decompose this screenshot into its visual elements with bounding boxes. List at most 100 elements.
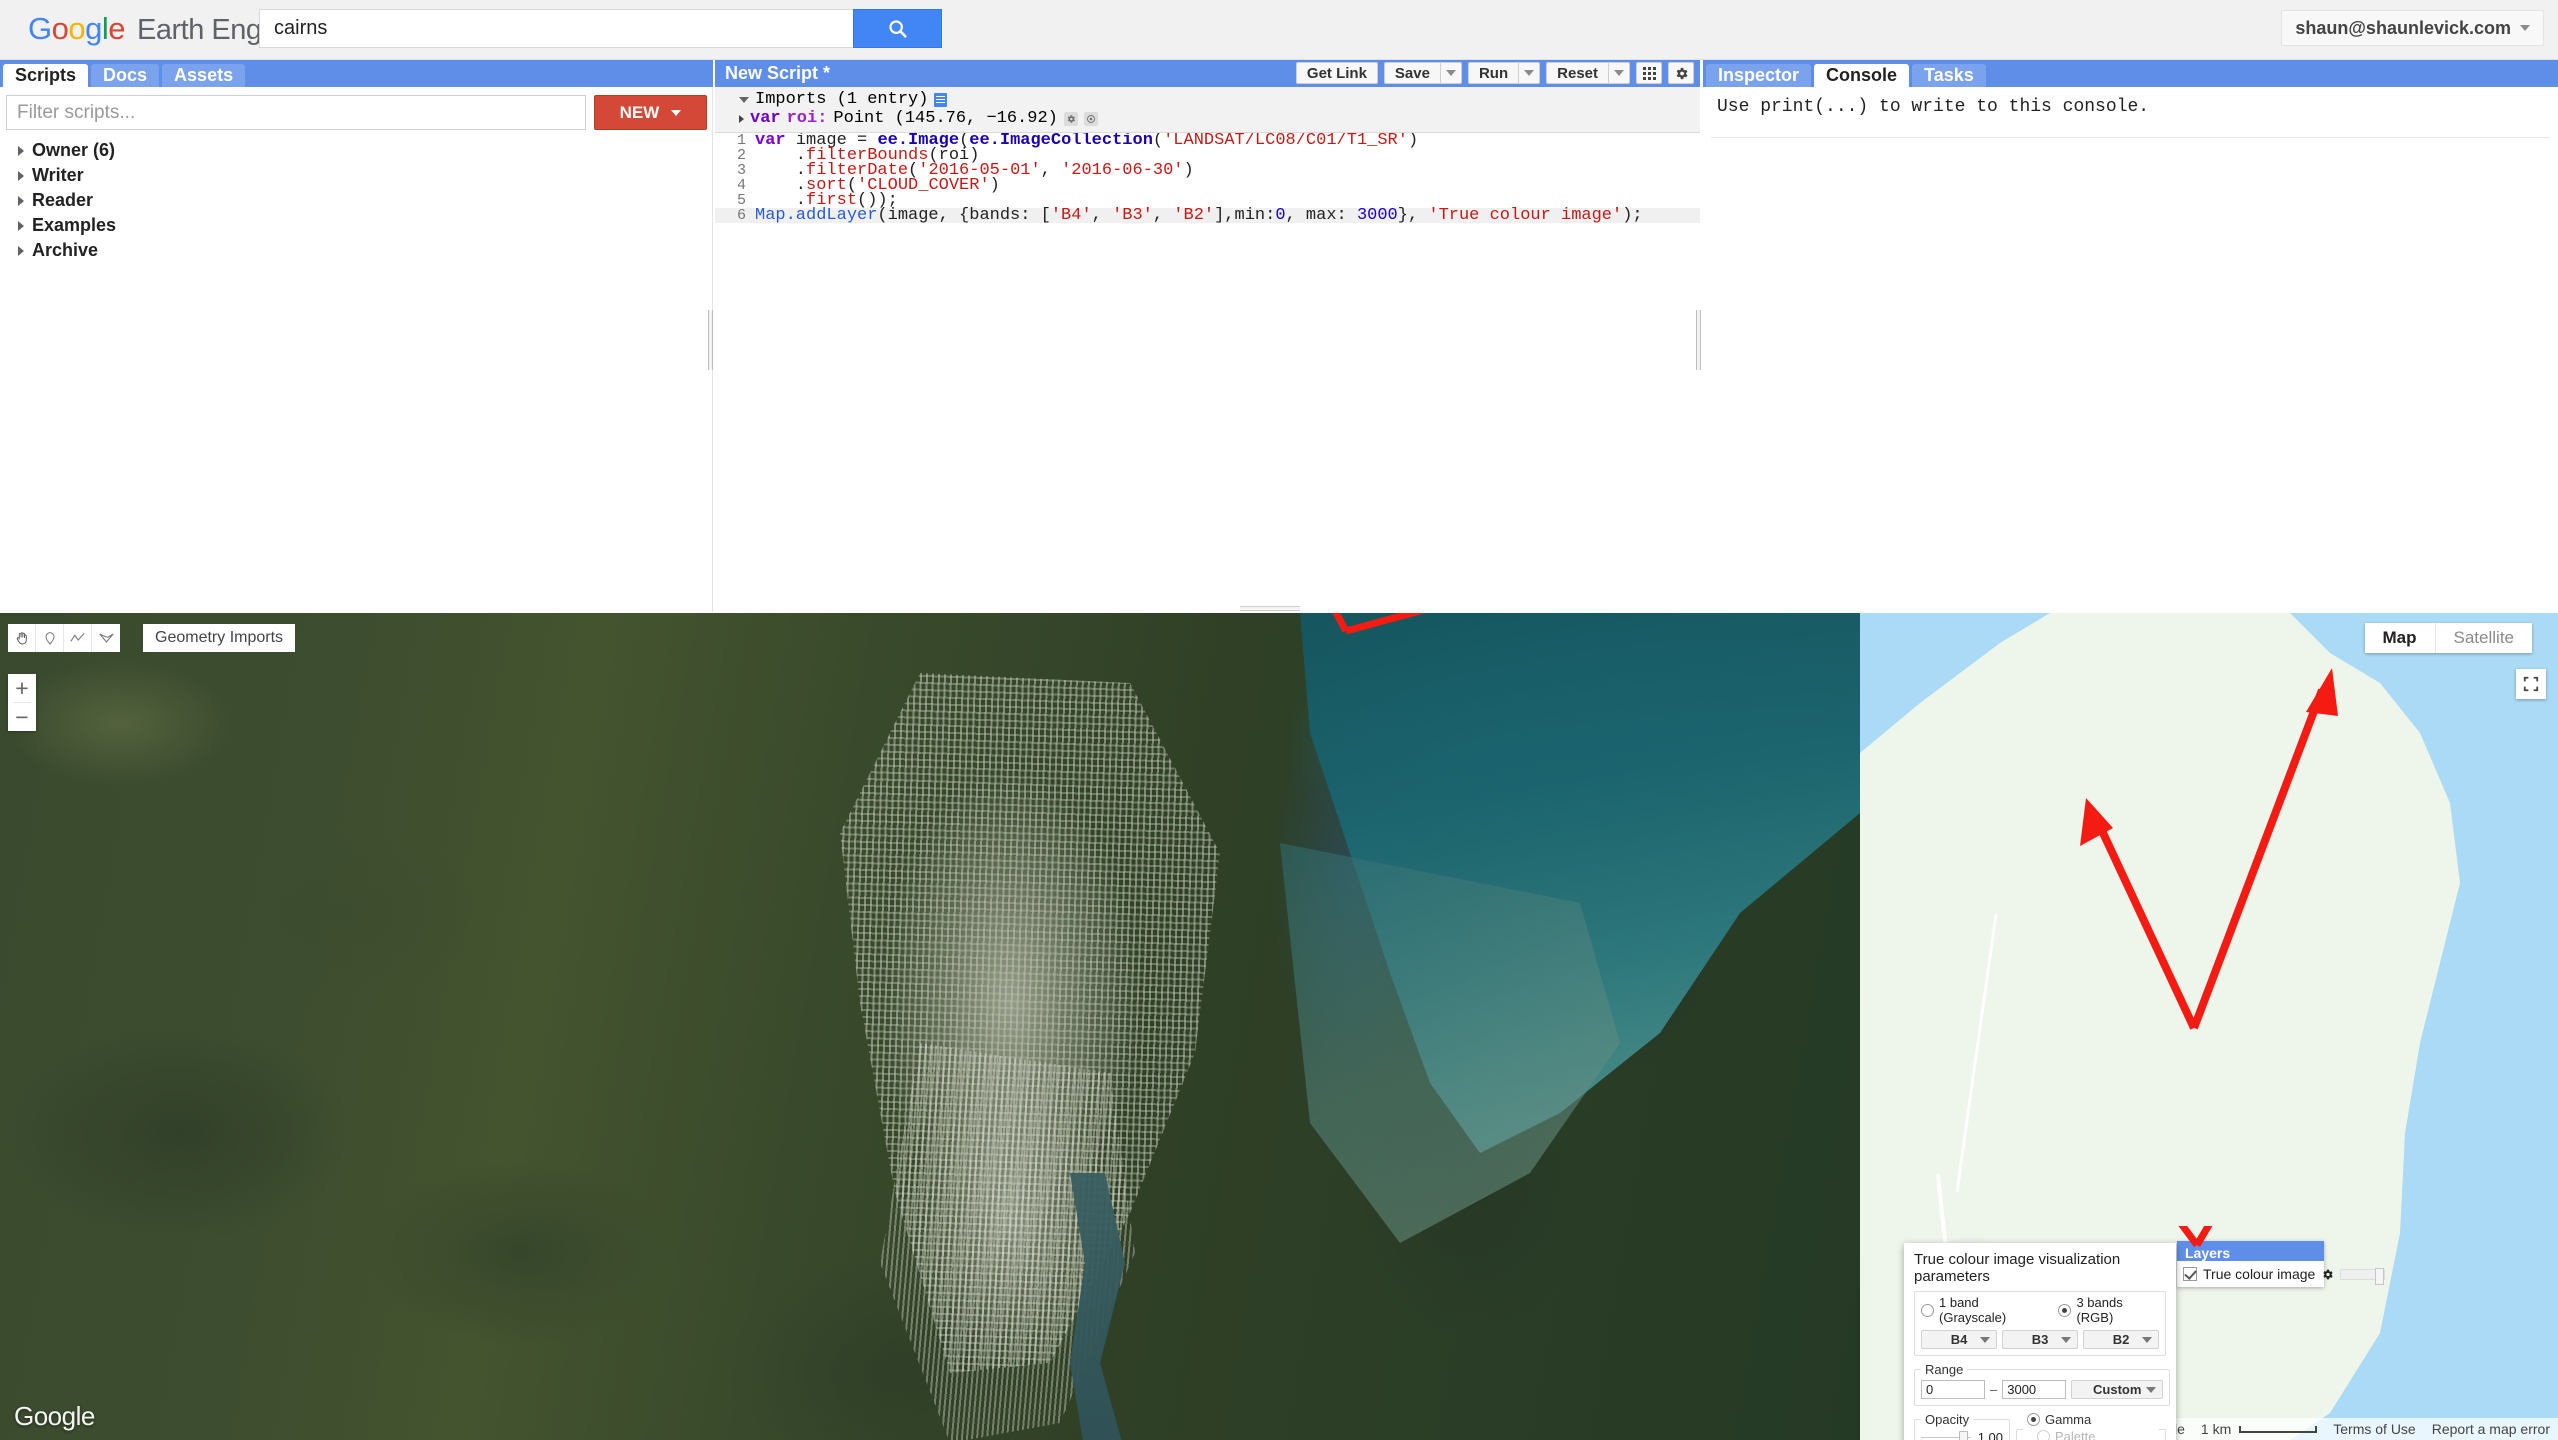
editor-settings-gear-icon[interactable] (1668, 62, 1694, 84)
layer-opacity-slider[interactable] (2340, 1267, 2386, 1285)
gamma-label: Gamma (2045, 1412, 2092, 1427)
band-select-blue[interactable]: B2 (2083, 1330, 2159, 1349)
chevron-right-icon[interactable] (739, 114, 744, 123)
zoom-out-button[interactable]: − (8, 703, 36, 731)
get-link-button[interactable]: Get Link (1295, 62, 1378, 84)
code-area[interactable]: 1 var image = ee.Image(ee.ImageCollection… (715, 133, 1700, 606)
map-viewport[interactable]: Range Rd Yarrabah Geometry Imports + − (0, 613, 2558, 1440)
map-scale: 1 km (2192, 1418, 2326, 1440)
band-selectors: B4 B3 B2 (1921, 1330, 2159, 1349)
save-button[interactable]: Save (1383, 62, 1440, 84)
apps-grid-glyph (1642, 66, 1656, 80)
tab-docs[interactable]: Docs (91, 64, 160, 87)
chevron-down-icon (2146, 1386, 2157, 1393)
polygon-icon[interactable] (92, 624, 120, 652)
search-icon (888, 19, 907, 38)
zoom-in-button[interactable]: + (8, 674, 36, 702)
account-button[interactable]: shaun@shaunlevick.com (2281, 10, 2544, 46)
basemap-map-button[interactable]: Map (2365, 623, 2436, 653)
imports-header-row[interactable]: Imports (1 entry) (715, 90, 1700, 109)
geometry-toolbar (8, 624, 120, 652)
polyline-icon[interactable] (64, 624, 92, 652)
tab-assets[interactable]: Assets (162, 64, 246, 87)
marker-pin-icon[interactable] (36, 624, 64, 652)
vertical-splitter-right[interactable] (1694, 310, 1703, 370)
save-dropdown-button[interactable] (1439, 62, 1462, 84)
script-title[interactable]: New Script * (725, 63, 830, 84)
palette-label: Palette (2055, 1429, 2096, 1440)
reset-button-group: Reset (1546, 62, 1630, 84)
reset-dropdown-button[interactable] (1608, 62, 1630, 84)
imports-entry-row[interactable]: var roi: Point (145.76, −16.92) (715, 109, 1700, 128)
basemap-satellite-button[interactable]: Satellite (2436, 623, 2532, 653)
opacity-slider[interactable] (1921, 1430, 1971, 1440)
search-button[interactable] (853, 9, 942, 48)
scripts-tabbar: Scripts Docs Assets (0, 60, 713, 87)
horizontal-splitter[interactable] (1240, 604, 1300, 613)
import-target-icon[interactable] (1083, 111, 1098, 126)
band-mode-grayscale-option[interactable]: 1 band (Grayscale) (1921, 1295, 2044, 1325)
terms-of-use-link[interactable]: Terms of Use (2325, 1418, 2424, 1440)
range-max-input[interactable] (2002, 1380, 2067, 1399)
tree-item-writer[interactable]: Writer (18, 163, 713, 188)
scale-bar (2239, 1425, 2318, 1433)
tab-scripts[interactable]: Scripts (3, 64, 89, 87)
chevron-right-icon (18, 245, 24, 256)
opacity-slider-knob[interactable] (1959, 1430, 1968, 1440)
chevron-down-icon (1980, 1336, 1990, 1343)
tab-console[interactable]: Console (1814, 64, 1910, 87)
search-input[interactable] (260, 10, 942, 47)
code-text: Map.addLayer(image, {bands: ['B4', 'B3',… (755, 206, 1643, 225)
pan-hand-icon[interactable] (8, 624, 36, 652)
zoom-controls: + − (8, 674, 36, 731)
radio-rgb-icon[interactable] (2058, 1303, 2072, 1317)
tree-item-examples[interactable]: Examples (18, 213, 713, 238)
vertical-splitter-left[interactable] (706, 310, 715, 370)
chevron-down-icon (1445, 70, 1456, 76)
opacity-fieldset: Opacity 1.00 (1914, 1412, 2010, 1440)
palette-option[interactable]: Palette (2037, 1429, 2095, 1440)
run-button[interactable]: Run (1467, 62, 1519, 84)
tree-item-reader[interactable]: Reader (18, 188, 713, 213)
chevron-right-icon (18, 220, 24, 231)
geometry-imports-button[interactable]: Geometry Imports (143, 624, 296, 652)
imports-block: Imports (1 entry) var roi: Point (145.76… (715, 87, 1700, 133)
new-script-button[interactable]: NEW (594, 95, 707, 130)
chevron-down-icon[interactable] (739, 96, 749, 103)
reset-button[interactable]: Reset (1546, 62, 1608, 84)
tree-item-archive[interactable]: Archive (18, 238, 713, 263)
range-row: – Custom (1921, 1380, 2164, 1399)
filter-scripts-input[interactable] (6, 95, 586, 130)
layer-settings-gear-icon[interactable] (2321, 1268, 2334, 1281)
band-select-blue-value: B2 (2112, 1332, 2130, 1347)
imports-list-icon[interactable] (934, 92, 948, 107)
viz-dialog-title: True colour image visualization paramete… (1914, 1251, 2121, 1285)
band-mode-grayscale-label: 1 band (Grayscale) (1939, 1295, 2007, 1325)
basemap-toggle: Map Satellite (2364, 623, 2532, 653)
import-gear-icon[interactable] (1063, 111, 1078, 126)
search-box[interactable] (259, 9, 942, 48)
code-line[interactable]: 6 Map.addLayer(image, {bands: ['B4', 'B3'… (715, 206, 1700, 225)
report-map-error-link[interactable]: Report a map error (2423, 1418, 2558, 1440)
radio-gamma-icon[interactable] (2027, 1413, 2040, 1426)
radio-grayscale-icon[interactable] (1921, 1303, 1934, 1317)
tree-item-owner[interactable]: Owner (6) (18, 138, 713, 163)
gamma-option[interactable]: Gamma (2027, 1412, 2091, 1427)
imports-header-label: Imports (1 entry) (755, 90, 929, 109)
radio-palette-icon[interactable] (2037, 1430, 2050, 1440)
run-dropdown-button[interactable] (1518, 62, 1541, 84)
tab-inspector[interactable]: Inspector (1706, 64, 1812, 87)
chevron-right-icon (18, 195, 24, 206)
opacity-legend: Opacity (1925, 1412, 1970, 1427)
fullscreen-icon[interactable] (2516, 669, 2546, 699)
band-select-red[interactable]: B4 (1921, 1330, 1997, 1349)
apps-grid-icon[interactable] (1636, 62, 1662, 84)
range-min-input[interactable] (1921, 1380, 1985, 1399)
layer-visibility-checkbox[interactable] (2183, 1267, 2197, 1281)
tab-tasks[interactable]: Tasks (1912, 64, 1986, 87)
import-entry-keyword: var (750, 109, 781, 128)
band-mode-rgb-option[interactable]: 3 bands (RGB) (2058, 1295, 2159, 1325)
chevron-down-icon (2142, 1336, 2152, 1343)
stretch-select[interactable]: Custom (2071, 1380, 2164, 1399)
band-select-green[interactable]: B3 (2002, 1330, 2078, 1349)
